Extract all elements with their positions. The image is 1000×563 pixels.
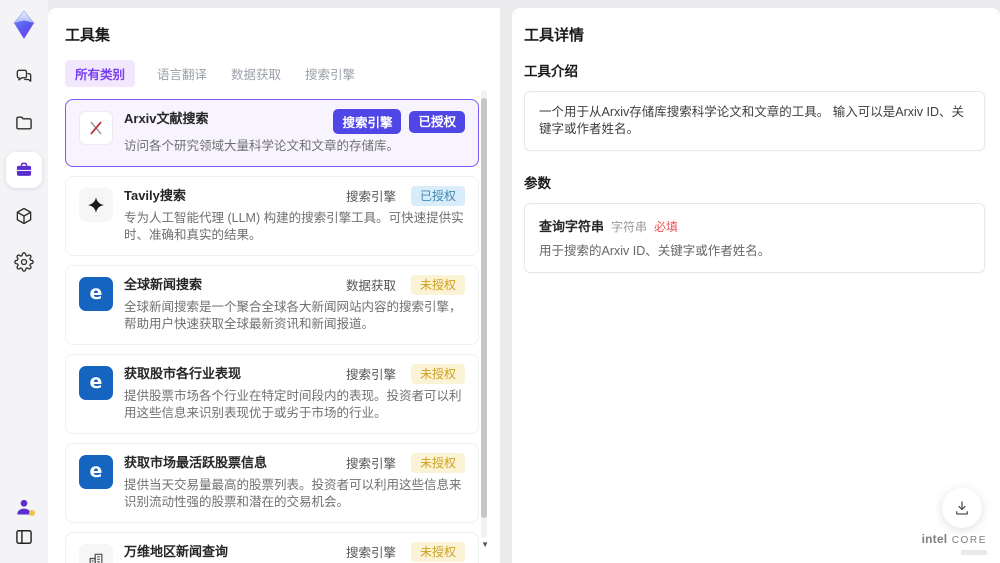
tools-panel: 工具集 所有类别 语言翻译 数据获取 搜索引擎 Arxiv文献搜索 搜索引擎 已授权 访问各… <box>48 8 500 563</box>
auth-badge: 未授权 <box>410 363 465 384</box>
status-dot <box>29 510 35 516</box>
app-window: 工具集 所有类别 语言翻译 数据获取 搜索引擎 Arxiv文献搜索 搜索引擎 已授权 访问各… <box>0 0 1000 563</box>
category-badge: 数据获取 <box>345 279 396 293</box>
tool-name: 获取市场最活跃股票信息 <box>124 454 268 470</box>
tool-body: Tavily搜索 搜索引擎 已授权专为人工智能代理 (LLM) 构建的搜索引擎工具。… <box>124 185 465 245</box>
chat-icon[interactable] <box>14 67 34 87</box>
category-tabs: 所有类别 语言翻译 数据获取 搜索引擎 <box>65 60 476 87</box>
param-name: 查询字符串 <box>539 219 605 234</box>
tool-tags: 搜索引擎 未授权 <box>345 541 465 562</box>
tool-card[interactable]: e 获取市场最活跃股票信息 搜索引擎 未授权提供当天交易量最高的股票列表。投资者可以利… <box>65 442 479 523</box>
tab-2[interactable]: 语言翻译 <box>155 60 209 87</box>
tool-tags: 搜索引擎 未授权 <box>345 452 465 473</box>
tool-card[interactable]: e 获取股市各行业表现 搜索引擎 未授权提供股票市场各个行业在特定时间段内的表现。投资… <box>65 353 479 434</box>
category-badge: 搜索引擎 <box>345 190 396 204</box>
download-icon <box>956 501 968 515</box>
tool-description: 专为人工智能代理 (LLM) 构建的搜索引擎工具。可快速提供实时、准确和真实的结… <box>124 210 464 243</box>
auth-badge: 已授权 <box>410 185 465 206</box>
layout-panel-icon[interactable] <box>14 527 34 547</box>
app-logo-icon <box>8 9 40 41</box>
tab-3[interactable]: 数据获取 <box>229 60 283 87</box>
tool-description: 提供当天交易量最高的股票列表。投资者可以利用这些信息来识别流动性强的股票和潜在的… <box>124 477 462 510</box>
category-badge: 搜索引擎 <box>333 109 402 134</box>
globe-news-icon: e <box>79 276 113 311</box>
param-description: 用于搜索的Arxiv ID、关键字或作者姓名。 <box>539 244 771 258</box>
auth-badge: 未授权 <box>410 274 465 295</box>
tool-card[interactable]: 万维地区新闻查询搜索引擎未授权查询具体行政区划内的新闻，快速了解各地新闻动 <box>65 531 479 563</box>
tool-name: 万维地区新闻查询 <box>124 543 229 559</box>
globe-news-icon: e <box>79 365 113 400</box>
tool-name: 全球新闻搜索 <box>124 276 203 292</box>
details-panel: 工具详情 工具介绍 一个用于从Arxiv存储库搜索科学论文和文章的工具。 输入可… <box>512 8 1000 563</box>
briefcase-icon[interactable] <box>6 152 42 188</box>
arxiv-logo-icon <box>79 111 113 145</box>
globe-news-icon: e <box>79 454 113 489</box>
tool-body: 全球新闻搜索 数据获取 未授权全球新闻搜索是一个聚合全球各大新闻网站内容的搜索引擎，… <box>124 274 465 334</box>
scroll-down-icon[interactable]: ▼ <box>481 541 489 549</box>
tool-body: 获取市场最活跃股票信息 搜索引擎 未授权提供当天交易量最高的股票列表。投资者可以利用… <box>124 452 465 512</box>
folder-icon[interactable] <box>14 113 34 133</box>
tool-description: 访问各个研究领域大量科学论文和文章的存储库。 <box>124 139 400 153</box>
tool-tags: 搜索引擎 已授权 <box>345 185 465 206</box>
param-row: 查询字符串 字符串 必填用于搜索的Arxiv ID、关键字或作者姓名。 <box>539 216 970 260</box>
tool-card[interactable]: Arxiv文献搜索 搜索引擎 已授权 访问各个研究领域大量科学论文和文章的存储库。 <box>65 99 479 167</box>
tab-1[interactable]: 所有类别 <box>65 60 136 87</box>
tool-description: 提供股票市场各个行业在特定时间段内的表现。投资者可以利用这些信息来识别表现优于或… <box>124 388 462 421</box>
category-badge: 搜索引擎 <box>345 546 396 560</box>
details-panel-title: 工具详情 <box>524 27 585 44</box>
tools-panel-title: 工具集 <box>65 27 111 44</box>
param-required-badge: 必填 <box>654 220 679 234</box>
tool-body: 万维地区新闻查询搜索引擎未授权查询具体行政区划内的新闻，快速了解各地新闻动 <box>124 541 465 563</box>
tool-card[interactable]: e 全球新闻搜索 数据获取 未授权全球新闻搜索是一个聚合全球各大新闻网站内容的搜索引擎… <box>65 264 479 345</box>
user-icon[interactable] <box>14 497 35 517</box>
gear-icon[interactable] <box>14 252 34 272</box>
tool-tags: 搜索引擎 未授权 <box>345 363 465 384</box>
download-button[interactable] <box>942 488 982 528</box>
tool-card[interactable]: Tavily搜索 搜索引擎 已授权专为人工智能代理 (LLM) 构建的搜索引擎工具。… <box>65 175 479 256</box>
newspaper-icon <box>79 543 113 563</box>
tool-body: 获取股市各行业表现 搜索引擎 未授权提供股票市场各个行业在特定时间段内的表现。投资者… <box>124 363 465 423</box>
category-badge: 搜索引擎 <box>345 368 396 382</box>
tool-tags: 数据获取 未授权 <box>345 274 465 295</box>
intro-text: 一个用于从Arxiv存储库搜索科学论文和文章的工具。 输入可以是Arxiv ID… <box>539 105 965 136</box>
params-box: 查询字符串 字符串 必填用于搜索的Arxiv ID、关键字或作者姓名。 <box>524 203 985 273</box>
tool-body: Arxiv文献搜索 搜索引擎 已授权 访问各个研究领域大量科学论文和文章的存储库。 <box>124 109 465 156</box>
tool-name: Tavily搜索 <box>124 187 186 203</box>
intro-box: 一个用于从Arxiv存储库搜索科学论文和文章的工具。 输入可以是Arxiv ID… <box>524 91 985 151</box>
sidebar <box>0 0 48 563</box>
scrollbar-thumb[interactable] <box>481 98 487 518</box>
cube-icon[interactable] <box>14 206 34 226</box>
tool-list: Arxiv文献搜索 搜索引擎 已授权 访问各个研究领域大量科学论文和文章的存储库。 Ta… <box>65 99 479 563</box>
brand-intel: intel <box>921 532 948 546</box>
scrollbar-track[interactable] <box>481 90 487 538</box>
auth-badge: 未授权 <box>410 452 465 473</box>
param-list: 查询字符串 字符串 必填用于搜索的Arxiv ID、关键字或作者姓名。 <box>539 216 970 260</box>
intro-heading: 工具介绍 <box>524 64 578 79</box>
tavily-star-icon <box>79 187 113 222</box>
tool-name: Arxiv文献搜索 <box>124 111 209 126</box>
intel-core-logo: intel CORE <box>922 532 987 555</box>
tab-4[interactable]: 搜索引擎 <box>303 60 357 87</box>
tool-tags: 搜索引擎 已授权 <box>333 109 465 134</box>
auth-badge: 未授权 <box>410 541 465 562</box>
params-heading: 参数 <box>524 176 551 191</box>
brand-core: CORE <box>951 535 987 546</box>
param-type: 字符串 <box>611 220 648 234</box>
category-badge: 搜索引擎 <box>345 457 396 471</box>
tool-name: 获取股市各行业表现 <box>124 365 242 381</box>
auth-badge: 已授权 <box>409 110 465 133</box>
tool-description: 全球新闻搜索是一个聚合全球各大新闻网站内容的搜索引擎，帮助用户快速获取全球最新资… <box>124 299 462 332</box>
brand-subtext-bar <box>961 550 987 555</box>
